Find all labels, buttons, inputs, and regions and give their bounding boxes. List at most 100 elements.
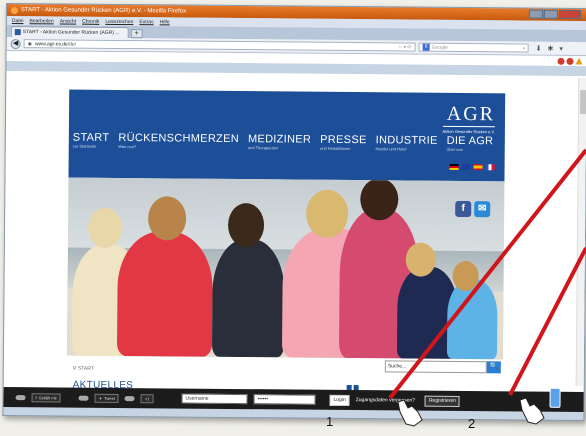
- window-title: START - Aktion Gesunder Rücken (AGR) e.V…: [20, 7, 187, 15]
- nav-die-agr[interactable]: DIE AGR Über uns: [447, 135, 494, 152]
- language-flags: [449, 163, 495, 171]
- facebook-small-icon: f: [35, 394, 37, 400]
- like-button[interactable]: f Gefällt mir: [31, 392, 61, 402]
- nav-label: MEDIZINER: [247, 133, 312, 146]
- menu-chronik[interactable]: Chronik: [82, 18, 99, 24]
- nav-sublabel: zur Startseite: [72, 143, 97, 149]
- menu-ansicht[interactable]: Ansicht: [60, 18, 76, 24]
- page-viewport: AGR Aktion Gesunder Rücken e.V. START zu…: [3, 71, 586, 393]
- plusone-label: +1: [144, 395, 150, 401]
- nav-sublabel: und Redaktionen: [320, 145, 351, 152]
- nav-sublabel: und Therapeuten: [247, 145, 279, 151]
- site-header: AGR Aktion Gesunder Rücken e.V. START zu…: [68, 89, 506, 182]
- social-links: f ✉: [455, 200, 491, 218]
- nav-industrie[interactable]: INDUSTRIE Handel und Hotel: [376, 134, 438, 152]
- favicon-icon: [14, 29, 21, 36]
- nav-sublabel: Was nun?: [118, 143, 137, 150]
- logo-text: AGR: [442, 102, 496, 128]
- url-path: /de/: [67, 41, 77, 48]
- addon-red-icon-2[interactable]: [566, 57, 574, 65]
- main-nav: START zur Startseite RÜCKENSCHMERZEN Was…: [73, 132, 494, 153]
- search-icon[interactable]: ⌕: [523, 45, 526, 51]
- menu-hilfe[interactable]: Hilfe: [160, 19, 170, 25]
- site-search: Suche... 🔍: [384, 360, 501, 374]
- tweet-button[interactable]: ✦ Tweet: [94, 393, 119, 403]
- nav-label: RÜCKENSCHMERZEN: [118, 131, 240, 146]
- window-controls: [528, 9, 581, 20]
- flag-uk-icon[interactable]: [461, 163, 471, 171]
- back-arrow-icon[interactable]: ◀: [10, 38, 21, 49]
- new-tab-button[interactable]: +: [130, 29, 143, 39]
- url-domain: www.agr-ev.de: [34, 40, 68, 48]
- extension-icon[interactable]: ✱: [547, 44, 553, 52]
- tweet-label: Tweet: [104, 395, 115, 401]
- phone-icon[interactable]: [549, 387, 561, 408]
- person-2-head: [147, 196, 187, 241]
- tab-agr[interactable]: START - Aktion Gesunder Rücken (AGR) ...: [10, 26, 129, 39]
- google-icon: 8: [422, 43, 430, 51]
- menu-bearbeiten[interactable]: Bearbeiten: [30, 18, 54, 24]
- scrollbar[interactable]: [575, 77, 586, 387]
- username-placeholder: Username: [185, 395, 209, 402]
- globe-icon: ◉: [27, 40, 33, 47]
- nav-label: DIE AGR: [446, 134, 494, 148]
- nav-label: START: [72, 131, 110, 144]
- nav-rueckenschmerzen[interactable]: RÜCKENSCHMERZEN Was nun?: [118, 132, 239, 150]
- flag-es-icon[interactable]: [473, 164, 483, 171]
- like-toggle[interactable]: [15, 394, 26, 400]
- forgot-credentials-link[interactable]: Zugangsdaten vergessen?: [356, 397, 415, 404]
- nav-label: PRESSE: [320, 133, 367, 147]
- agr-logo[interactable]: AGR Aktion Gesunder Rücken e.V.: [442, 102, 496, 134]
- menu-lesezeichen[interactable]: Lesezeichen: [105, 18, 133, 24]
- addon-red-icon[interactable]: [557, 57, 565, 65]
- bookmark-star-icon[interactable]: ☆ ▾ ⟳: [398, 44, 412, 50]
- flag-fr-icon[interactable]: [485, 164, 495, 171]
- close-window-button[interactable]: [558, 9, 581, 20]
- person-2: [116, 230, 214, 357]
- person-3: [211, 238, 285, 358]
- download-icon[interactable]: ⬇: [536, 44, 542, 52]
- screenshot-frame: START - Aktion Gesunder Rücken (AGR) e.V…: [2, 3, 586, 422]
- breadcrumb-start[interactable]: START: [78, 366, 94, 372]
- scrollbar-thumb[interactable]: [580, 90, 586, 115]
- login-button[interactable]: Login: [329, 394, 350, 406]
- username-input[interactable]: Username: [181, 393, 248, 405]
- menu-datei[interactable]: Datei: [12, 18, 24, 24]
- password-input[interactable]: ••••••: [253, 394, 316, 405]
- warning-icon[interactable]: [575, 57, 582, 64]
- site-search-input[interactable]: Suche...: [384, 360, 487, 374]
- minimize-button[interactable]: [528, 9, 543, 19]
- menu-arrow-icon[interactable]: ▾: [559, 44, 563, 52]
- nav-mediziner[interactable]: MEDIZINER und Therapeuten: [248, 133, 311, 151]
- mail-icon[interactable]: ✉: [474, 201, 491, 218]
- person-6-head: [405, 242, 436, 277]
- person-5-head: [360, 178, 399, 221]
- hero-image: f ✉: [66, 177, 505, 360]
- nav-sublabel: Über uns: [446, 146, 463, 152]
- register-button[interactable]: Registrieren: [424, 395, 460, 407]
- nav-presse[interactable]: PRESSE und Redaktionen: [320, 134, 367, 151]
- person-7-head: [452, 260, 479, 292]
- breadcrumb: ⚲ START: [73, 366, 94, 372]
- like-label: Gefällt mir: [38, 394, 57, 400]
- tab-label: START - Aktion Gesunder Rücken (AGR) ...: [22, 29, 120, 36]
- facebook-icon[interactable]: f: [455, 200, 472, 218]
- search-bar[interactable]: 8 Google ⌕: [418, 42, 529, 53]
- twitter-icon: ✦: [98, 395, 103, 401]
- nav-start[interactable]: START zur Startseite: [73, 132, 110, 149]
- flag-de-icon[interactable]: [449, 163, 459, 170]
- maximize-button[interactable]: [543, 9, 558, 19]
- site-search-button[interactable]: 🔍: [486, 361, 501, 374]
- plusone-toggle[interactable]: [124, 395, 135, 401]
- tweet-toggle[interactable]: [78, 395, 89, 401]
- plusone-button[interactable]: +1: [140, 393, 154, 403]
- bottom-toolbar: f Gefällt mir ✦ Tweet +1 Username ••••••…: [3, 386, 586, 413]
- password-value: ••••••: [257, 396, 269, 403]
- address-bar[interactable]: ◉ www.agr-ev.de /de/ ☆ ▾ ⟳: [23, 39, 416, 52]
- person-1-head: [87, 207, 123, 249]
- firefox-icon: [10, 6, 18, 14]
- person-4-head: [305, 189, 349, 238]
- menu-extras[interactable]: Extras: [139, 19, 153, 25]
- nav-sublabel: Handel und Hotel: [375, 146, 407, 152]
- agr-website: AGR Aktion Gesunder Rücken e.V. START zu…: [66, 89, 506, 392]
